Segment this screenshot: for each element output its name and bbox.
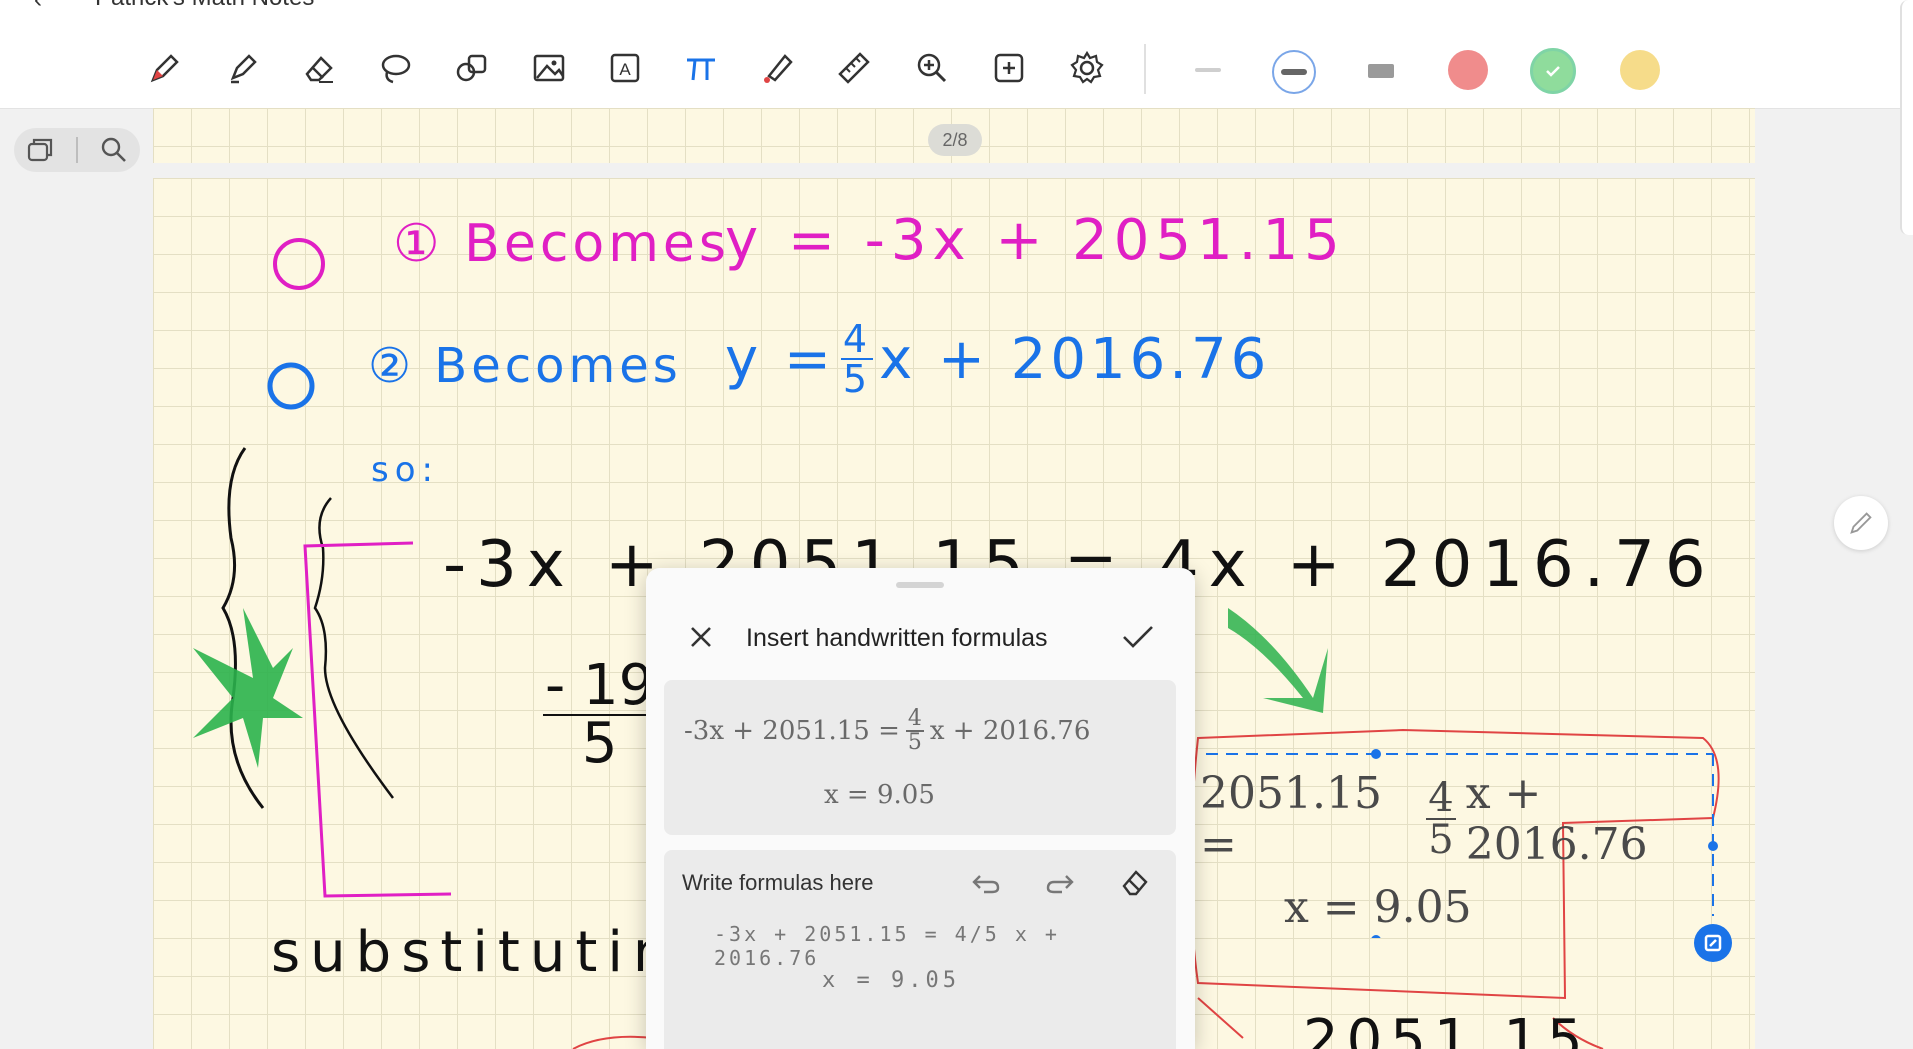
page-indicator: 2/8 [928, 124, 982, 156]
undo-icon [972, 875, 1000, 894]
image-icon[interactable] [525, 44, 573, 92]
dialog-title: Insert handwritten formulas [746, 624, 1048, 652]
note-line2-label: ② Becomes [368, 338, 682, 394]
note-so: so: [371, 450, 439, 490]
redo-button[interactable] [1040, 862, 1080, 902]
confirm-button[interactable] [1118, 620, 1158, 654]
redo-icon [1046, 875, 1074, 894]
toolbar-divider [1144, 44, 1146, 94]
drawing-toolbar: A [0, 14, 1913, 109]
preview-eq1-left: -3x + 2051.15 = [684, 716, 900, 746]
stroke-thin-option[interactable] [1195, 68, 1221, 72]
zoom-icon[interactable] [908, 44, 956, 92]
add-icon[interactable] [985, 44, 1033, 92]
eraser-icon[interactable] [295, 44, 343, 92]
lasso-icon[interactable] [371, 44, 419, 92]
close-icon [691, 627, 711, 647]
eraser-icon [1122, 870, 1148, 896]
close-button[interactable] [684, 620, 718, 654]
color-red-swatch[interactable] [1448, 50, 1488, 90]
writepad-ink-line2: x = 9.05 [822, 968, 960, 993]
writepad-ink-line1: -3x + 2051.15 = 4/5 x + 2016.76 [714, 922, 1060, 970]
insert-formula-dialog: Insert handwritten formulas -3x + 2051.1… [646, 568, 1195, 1049]
note-line2-numerator: 4 [840, 317, 874, 361]
note-line2-equation: y = 4 5 x + 2016.76 [725, 320, 1270, 398]
note-fraction-partial-den: 5 [581, 711, 618, 776]
edit-pen-button[interactable] [1834, 496, 1888, 550]
check-icon [1546, 66, 1560, 77]
title-bar: ‹ Patrick's Math Notes [0, 0, 1913, 14]
inserted-eq1-den: 5 [1428, 817, 1454, 863]
note-fraction-partial-frac: - 19 5 [543, 653, 657, 776]
stroke-medium-option[interactable] [1272, 50, 1316, 94]
inserted-eq1-left: 2051.15 = [1200, 768, 1382, 870]
note-line1-equation: y = -3x + 2051.15 [725, 208, 1346, 273]
note-substitution: substitutin [271, 920, 679, 985]
pen-icon[interactable] [141, 44, 189, 92]
preview-eq1-right: x + 2016.76 [929, 716, 1091, 746]
note-fraction-partial: - 19 5 [543, 653, 657, 776]
pill-divider [75, 137, 78, 163]
preview-eq1-den: 5 [907, 730, 922, 755]
page-navigation-pill [14, 128, 140, 172]
note-line2-left: y = [725, 326, 835, 392]
inserted-eq1-num: 4 [1426, 775, 1456, 821]
note-fraction-partial-num: - 19 [543, 653, 657, 718]
note-line2-fraction: 4 5 [840, 317, 874, 401]
inserted-eq1: 2051.15 = 4 5 x + 2016.76 [1200, 768, 1718, 870]
note-line1-label: ① Becomes [393, 214, 730, 274]
back-chevron-icon[interactable]: ‹ [34, 0, 42, 14]
preview-eq1: -3x + 2051.15 = 4 5 x + 2016.76 [684, 708, 1090, 754]
note-line2-right: x + 2016.76 [879, 326, 1271, 392]
search-icon[interactable] [99, 135, 129, 165]
settings-icon[interactable] [1063, 44, 1111, 92]
inserted-formula[interactable]: 2051.15 = 4 5 x + 2016.76 x = 9.05 [1198, 746, 1718, 938]
ruler-icon[interactable] [830, 44, 878, 92]
drag-handle[interactable] [896, 582, 944, 588]
highlighter-icon[interactable] [219, 44, 267, 92]
scroll-edge[interactable] [1900, 0, 1913, 235]
svg-text:A: A [619, 60, 631, 79]
preview-eq1-fraction: 4 5 [905, 706, 924, 755]
pages-icon[interactable] [25, 135, 55, 165]
inserted-eq1-fraction: 4 5 [1426, 775, 1456, 863]
writepad-label: Write formulas here [682, 870, 874, 895]
pencil-icon [1850, 512, 1872, 534]
preview-eq1-num: 4 [905, 706, 924, 732]
shapes-icon[interactable] [448, 44, 496, 92]
resize-icon [1704, 934, 1722, 952]
text-box-icon[interactable]: A [601, 44, 649, 92]
handwriting-pad[interactable]: Write formulas here -3x + 2051.15 = 4/5 … [664, 850, 1176, 1049]
note-line2-denominator: 5 [842, 357, 872, 401]
stroke-medium-icon [1281, 69, 1307, 75]
notebook-title: Patrick's Math Notes [95, 0, 314, 12]
clear-pad-button[interactable] [1114, 862, 1154, 902]
preview-eq2: x = 9.05 [824, 780, 935, 810]
color-green-swatch[interactable] [1530, 48, 1576, 94]
formula-icon[interactable] [677, 44, 725, 92]
laser-pointer-icon[interactable] [753, 44, 801, 92]
inserted-eq1-right: x + 2016.76 [1465, 768, 1648, 870]
stroke-thick-option[interactable] [1368, 64, 1394, 78]
undo-button[interactable] [966, 862, 1006, 902]
inserted-eq2: x = 9.05 [1284, 882, 1472, 933]
color-yellow-swatch[interactable] [1620, 50, 1660, 90]
checkmark-icon [1123, 626, 1153, 648]
formula-preview: -3x + 2051.15 = 4 5 x + 2016.76 x = 9.05 [664, 680, 1176, 835]
note-bottom-partial: 2051.15 [1303, 1008, 1591, 1049]
resize-handle[interactable] [1694, 924, 1732, 962]
